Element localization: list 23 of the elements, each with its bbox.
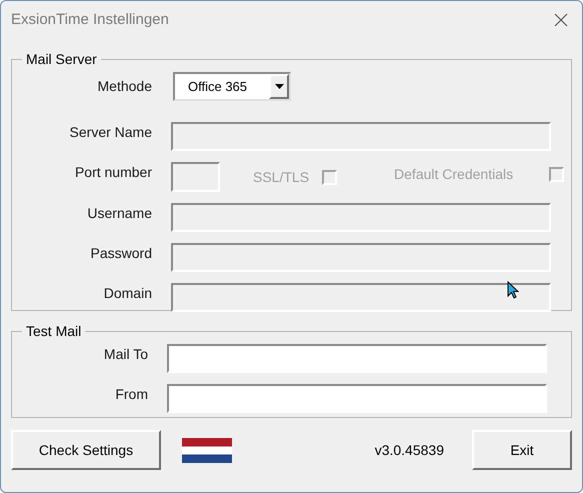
exit-button[interactable]: Exit <box>472 430 572 470</box>
dropdown-arrow-icon <box>274 84 284 89</box>
field-label: Mail To <box>102 345 148 364</box>
text-field[interactable] <box>167 384 547 413</box>
checkbox-label: Default Credentials <box>394 165 514 184</box>
dropdown[interactable]: Office 365 <box>173 72 291 101</box>
flag-icon <box>182 438 232 462</box>
version-label: v3.0.45839 <box>374 440 444 460</box>
field-label: From <box>114 385 148 404</box>
field-label: Password <box>90 244 152 263</box>
window-title: ExsionTime Instellingen <box>11 10 169 30</box>
field-label: Methode <box>96 77 152 96</box>
group-title: Test Mail <box>25 322 82 341</box>
mouse-cursor-icon <box>507 281 519 299</box>
check-settings-button[interactable]: Check Settings <box>11 430 161 470</box>
group-title: Mail Server <box>25 50 98 69</box>
field-label: Port number <box>74 163 152 182</box>
field-label: Username <box>86 204 152 223</box>
checkbox-label: SSL/TLS <box>253 168 310 187</box>
text-field[interactable] <box>167 344 547 373</box>
field-label: Domain <box>102 284 152 303</box>
field-label: Server Name <box>68 123 152 142</box>
close-icon[interactable] <box>554 13 568 27</box>
